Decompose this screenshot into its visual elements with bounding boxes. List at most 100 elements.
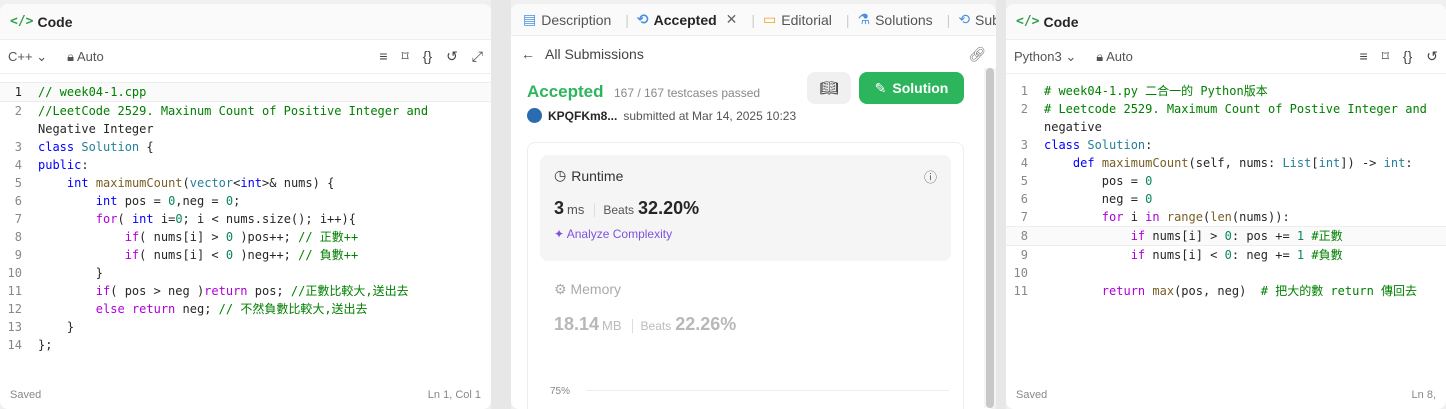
bookmark-icon[interactable]: ⌑	[1382, 48, 1389, 65]
code-line[interactable]: 4 def maximumCount(self, nums: List[int]…	[1006, 154, 1446, 172]
chart-gridline	[586, 390, 949, 391]
line-number: 2	[14, 104, 22, 118]
tab-accepted[interactable]: ⟲ Accepted ✕	[637, 11, 738, 28]
auto-mode[interactable]: 🔒︎ Auto	[67, 49, 104, 65]
code-line[interactable]: 6 int pos = 0,neg = 0;	[0, 192, 491, 210]
line-number: 10	[1013, 266, 1028, 280]
memory-label: Memory	[570, 281, 622, 297]
result-header: Accepted 167 / 167 testcases passed KPQF…	[511, 72, 996, 133]
bookmark-icon[interactable]: ⌑	[402, 48, 409, 65]
python-code-panel: </> Code Python3 ⌄ 🔒︎ Auto ≡ ⌑ {} ↺ 1 # w…	[1006, 4, 1446, 409]
code-line[interactable]: 5 int maximumCount(vector<int>& nums) {	[0, 174, 491, 192]
runtime-box[interactable]: ◷ Runtime ⓘ 3 ms Beats 32.20% ✦ Analyze C…	[540, 155, 951, 261]
language-select[interactable]: C++ ⌄	[8, 49, 47, 65]
code-line[interactable]: 8 if( nums[i] > 0 )pos++; // 正數++	[0, 228, 491, 246]
reset-icon[interactable]: ↺	[446, 48, 458, 65]
line-number: 4	[1020, 156, 1028, 170]
scrollbar[interactable]	[984, 68, 996, 408]
code-editor[interactable]: 1 # week04-1.py 二合一的 Python版本 2 # Leetcode …	[1006, 74, 1446, 300]
code-line[interactable]: 7 for( int i=0; i < nums.size(); i++){	[0, 210, 491, 228]
back-arrow-icon[interactable]: ←	[521, 46, 535, 62]
tab-submissions[interactable]: ⟲Subm	[958, 11, 996, 28]
braces-icon[interactable]: {}	[423, 48, 432, 65]
code-text: public:	[38, 158, 89, 172]
format-icon[interactable]: ≡	[379, 48, 387, 65]
format-icon[interactable]: ≡	[1360, 48, 1368, 65]
tab-bar: ▤ Description | ⟲ Accepted ✕ | ▭ Editorial |…	[511, 4, 996, 36]
auto-mode[interactable]: 🔒︎ Auto	[1096, 49, 1133, 65]
code-line[interactable]: 9 if nums[i] < 0: neg += 1 #負數	[1006, 246, 1446, 264]
sparkle-icon: ✦	[554, 227, 565, 241]
code-line[interactable]: 5 pos = 0	[1006, 172, 1446, 190]
code-line[interactable]: 3 class Solution {	[0, 138, 491, 156]
submitter-info: KPQFKm8... submitted at Mar 14, 2025 10:…	[527, 108, 980, 123]
code-line[interactable]: 11 return max(pos, neg) # 把大的數 return 傳回…	[1006, 282, 1446, 300]
submitted-time: submitted at Mar 14, 2025 10:23	[623, 108, 797, 123]
code-line[interactable]: 2 //LeetCode 2529. Maxinum Count of Posit…	[0, 102, 491, 120]
line-number	[1006, 118, 1044, 136]
line-number: 7	[14, 212, 22, 226]
username[interactable]: KPQFKm8...	[548, 109, 617, 123]
code-text: # week04-1.py 二合一的 Python版本	[1044, 84, 1268, 98]
solution-button[interactable]: ✎ Solution	[859, 72, 964, 104]
code-line[interactable]: 2 # Leetcode 2529. Maximum Count of Posti…	[1006, 100, 1446, 118]
code-line[interactable]: 10	[1006, 264, 1446, 282]
cpp-code-panel: </> Code C++ ⌄ 🔒︎ Auto ≡ ⌑ {} ↺ ⤢ 1 // we…	[0, 4, 491, 409]
info-icon[interactable]: ⓘ	[924, 167, 937, 186]
code-line[interactable]: 11 if( pos > neg )return pos; //正數比較大,送出…	[0, 282, 491, 300]
testcases-passed: 167 / 167 testcases passed	[613, 86, 761, 100]
code-line[interactable]: 6 neg = 0	[1006, 190, 1446, 208]
code-line[interactable]: 7 for i in range(len(nums)):	[1006, 208, 1446, 226]
code-text: else return neg; // 不然負數比較大,送出去	[95, 302, 368, 316]
lock-icon: 🔒︎	[1096, 48, 1104, 64]
code-line[interactable]: Negative Integer	[0, 120, 491, 138]
code-line[interactable]: 8 if nums[i] > 0: pos += 1 #正數	[1006, 226, 1446, 246]
code-line[interactable]: 3 class Solution:	[1006, 136, 1446, 154]
tab-editorial[interactable]: ▭ Editorial	[763, 11, 832, 28]
chevron-down-icon: ⌄	[1065, 48, 1077, 64]
code-line[interactable]: 1 // week04-1.cpp	[0, 82, 491, 102]
code-icon: </>	[10, 14, 34, 29]
memory-unit: MB	[602, 318, 622, 333]
notebook-button[interactable]: 📖︎	[807, 72, 851, 104]
line-number: 8	[14, 230, 22, 244]
reset-icon[interactable]: ↺	[1426, 48, 1438, 65]
code-line[interactable]: 10 }	[0, 264, 491, 282]
beats-label: Beats	[594, 203, 634, 217]
code-line[interactable]: 1 # week04-1.py 二合一的 Python版本	[1006, 82, 1446, 100]
analyze-complexity-link[interactable]: ✦ Analyze Complexity	[554, 227, 937, 241]
status-bar: Saved Ln 1, Col 1	[10, 389, 481, 401]
edit-icon: ✎	[874, 79, 887, 96]
code-line[interactable]: 9 if( nums[i] < 0 )neg++; // 負數++	[0, 246, 491, 264]
avatar[interactable]	[527, 108, 542, 123]
all-submissions-link[interactable]: All Submissions	[545, 46, 644, 62]
code-line[interactable]: 14};	[0, 336, 491, 354]
code-editor[interactable]: 1 // week04-1.cpp 2 //LeetCode 2529. Maxinu…	[0, 74, 491, 354]
tab-description[interactable]: ▤ Description	[523, 11, 611, 28]
stats-card: ◷ Runtime ⓘ 3 ms Beats 32.20% ✦ Analyze C…	[527, 142, 964, 409]
chip-icon: ⚙	[554, 281, 567, 297]
close-icon[interactable]: ✕	[726, 11, 738, 28]
code-line[interactable]: 12 else return neg; // 不然負數比較大,送出去	[0, 300, 491, 318]
divider: |	[845, 11, 850, 28]
saved-status: Saved	[10, 389, 42, 401]
expand-icon[interactable]: ⤢	[472, 48, 483, 65]
splitter-right[interactable]	[996, 0, 1006, 409]
runtime-unit: ms	[567, 202, 585, 217]
code-text: // week04-1.cpp	[38, 85, 147, 99]
code-line[interactable]: 4 public:	[0, 156, 491, 174]
link-icon[interactable]: 🔗︎	[968, 46, 986, 63]
language-select[interactable]: Python3 ⌄	[1014, 49, 1076, 65]
memory-box[interactable]: ⚙ Memory 18.14 MB Beats 22.26%	[528, 273, 963, 343]
splitter-left[interactable]	[491, 0, 511, 409]
scrollbar-thumb[interactable]	[986, 68, 994, 408]
code-text: //LeetCode 2529. Maxinum Count of Positi…	[38, 104, 429, 118]
code-line[interactable]: negative	[1006, 118, 1446, 136]
line-number: 5	[1020, 174, 1028, 188]
panel-header: </> Code	[1006, 4, 1446, 40]
history-icon: ⟲	[636, 11, 649, 27]
braces-icon[interactable]: {}	[1403, 48, 1412, 65]
code-line[interactable]: 13 }	[0, 318, 491, 336]
tab-solutions[interactable]: ⚗ Solutions	[858, 11, 933, 28]
